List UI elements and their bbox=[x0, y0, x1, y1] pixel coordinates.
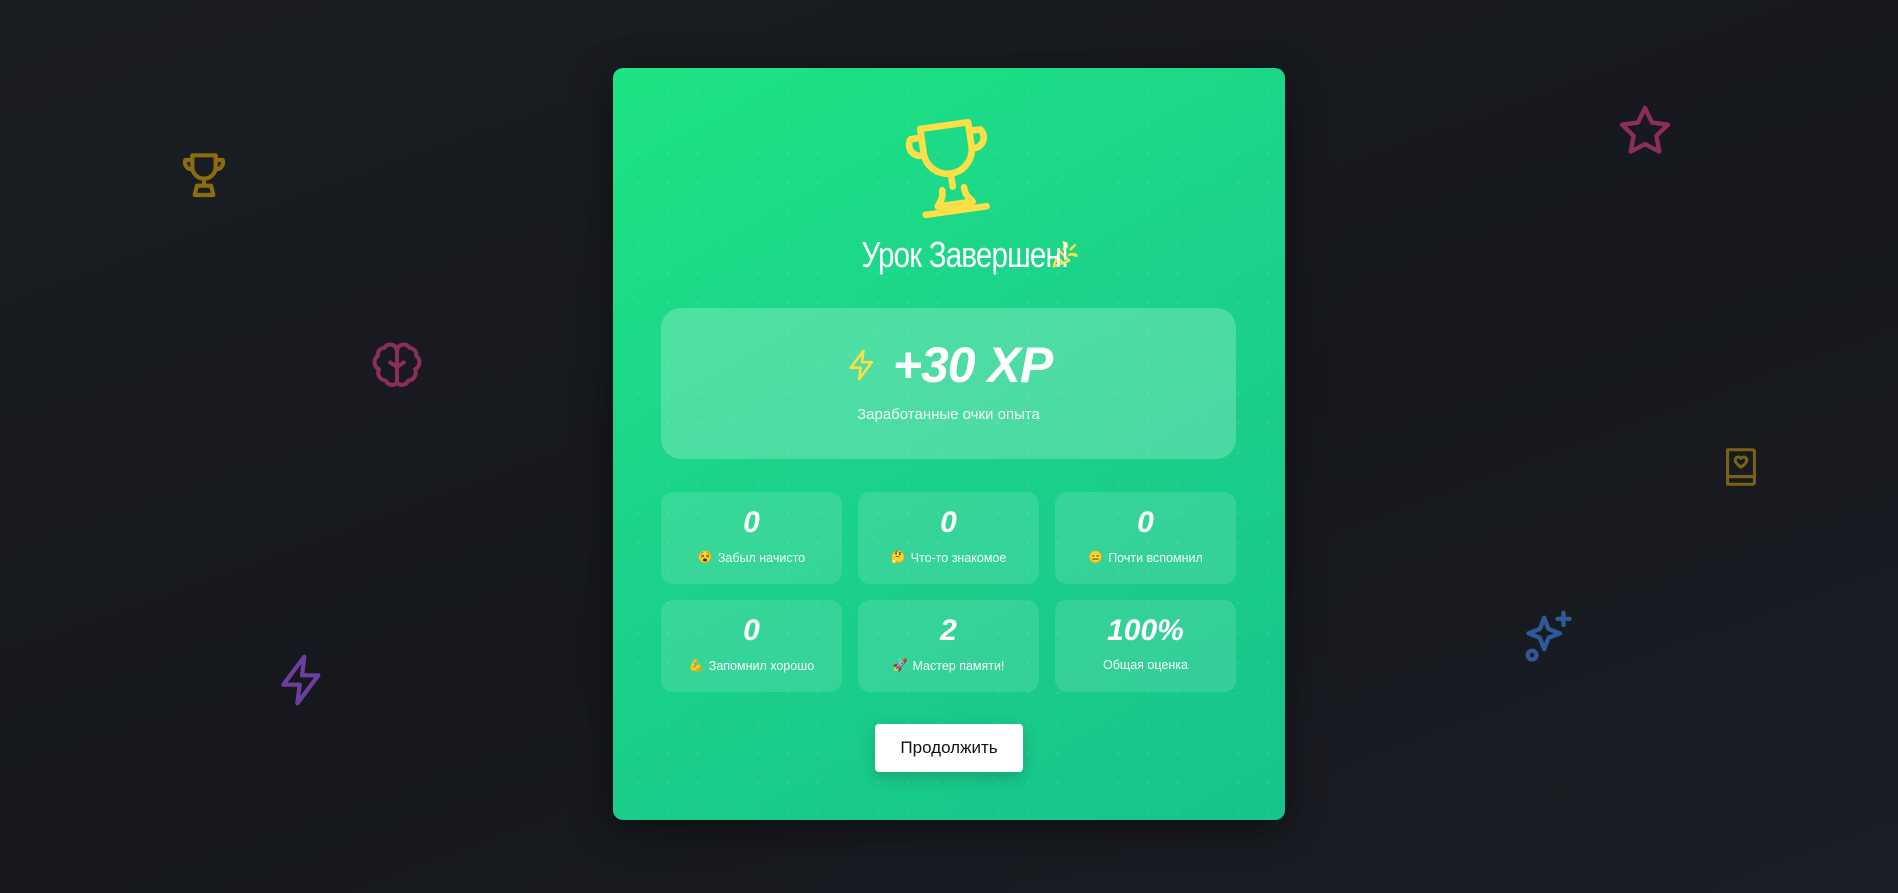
star-icon bbox=[1616, 102, 1674, 160]
stat-label: Общая оценка bbox=[1103, 658, 1188, 672]
stat-label: Что-то знакомое bbox=[910, 550, 1007, 565]
xp-row: +30 XP bbox=[661, 336, 1236, 394]
rocket-icon: 🚀 bbox=[892, 658, 908, 672]
flexed-biceps-icon: 💪 bbox=[688, 658, 704, 672]
stat-value: 0 bbox=[1137, 506, 1154, 539]
brain-icon bbox=[370, 340, 424, 394]
stat-value: 0 bbox=[743, 614, 760, 647]
thinking-face-icon: 🤔 bbox=[890, 550, 906, 564]
lesson-complete-card: Урок Завершен! +30 XP Заработанные очки … bbox=[613, 68, 1285, 820]
stat-card-overall: 100% Общая оценка bbox=[1055, 600, 1236, 692]
stat-card-familiar: 0 🤔 Что-то знакомое bbox=[858, 492, 1039, 584]
expressionless-face-icon: 😑 bbox=[1088, 550, 1104, 564]
stat-value: 100% bbox=[1107, 614, 1184, 647]
stat-label-row: 🚀 Мастер памяти! bbox=[858, 658, 1039, 673]
book-heart-icon bbox=[1718, 442, 1764, 492]
stat-card-forgot: 0 😵 Забыл начисто bbox=[661, 492, 842, 584]
stat-card-remembered: 0 💪 Запомнил хорошо bbox=[661, 600, 842, 692]
stat-value: 0 bbox=[743, 506, 760, 539]
continue-button[interactable]: Продолжить bbox=[875, 724, 1023, 772]
stat-label: Почти вспомнил bbox=[1108, 550, 1203, 565]
stat-label-row: 💪 Запомнил хорошо bbox=[661, 658, 842, 673]
trophy-icon bbox=[176, 146, 232, 202]
stat-label-row: 😑 Почти вспомнил bbox=[1055, 550, 1236, 565]
stat-label: Забыл начисто bbox=[717, 550, 806, 565]
title-row: Урок Завершен! bbox=[613, 234, 1285, 276]
stat-label: Запомнил хорошо bbox=[708, 658, 815, 673]
xp-value: +30 XP bbox=[892, 337, 1053, 393]
stat-label-row: Общая оценка bbox=[1055, 658, 1236, 672]
lightning-icon bbox=[845, 348, 879, 382]
sparkles-icon bbox=[1520, 608, 1578, 666]
stat-card-master: 2 🚀 Мастер памяти! bbox=[858, 600, 1039, 692]
stat-value: 2 bbox=[940, 614, 957, 647]
stat-value: 0 bbox=[940, 506, 957, 539]
dizzy-face-icon: 😵 bbox=[697, 550, 713, 564]
trophy-icon bbox=[895, 112, 1005, 222]
stat-label: Мастер памяти! bbox=[912, 658, 1005, 673]
lightning-icon bbox=[274, 652, 330, 708]
page-title: Урок Завершен! bbox=[861, 234, 1069, 275]
stats-grid: 0 😵 Забыл начисто 0 🤔 Что-то знакомое 0 … bbox=[661, 492, 1236, 692]
stat-card-almost: 0 😑 Почти вспомнил bbox=[1055, 492, 1236, 584]
stat-label-row: 🤔 Что-то знакомое bbox=[858, 550, 1039, 565]
xp-label: Заработанные очки опыта bbox=[857, 406, 1040, 423]
xp-summary: +30 XP Заработанные очки опыта bbox=[661, 308, 1236, 459]
stat-label-row: 😵 Забыл начисто bbox=[661, 550, 842, 565]
